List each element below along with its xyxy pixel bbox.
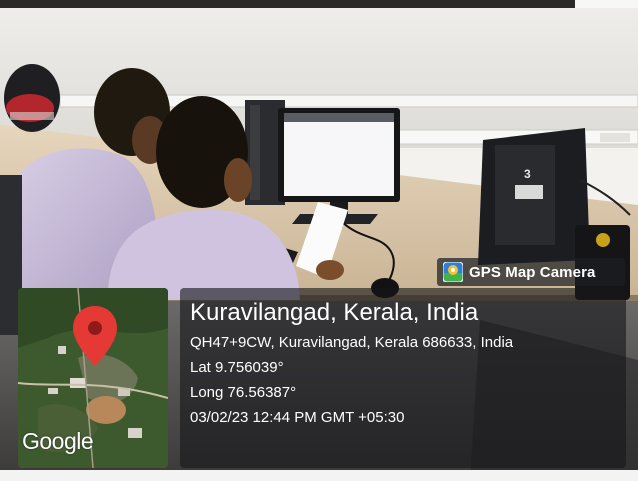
address-text: QH47+9CW, Kuravilangad, Kerala 686633, I… — [190, 334, 514, 351]
svg-text:3: 3 — [524, 167, 531, 181]
longitude-text: Long 76.56387° — [190, 384, 297, 401]
gps-map-camera-icon — [443, 262, 463, 282]
google-logo: Google — [22, 428, 94, 454]
map-thumbnail: Google — [18, 288, 168, 468]
location-info-panel: Kuravilangad, Kerala, India QH47+9CW, Ku… — [180, 288, 626, 468]
latitude-text: Lat 9.756039° — [190, 359, 284, 376]
datetime-text: 03/02/23 12:44 PM GMT +05:30 — [190, 409, 405, 426]
app-badge: GPS Map Camera — [437, 258, 625, 286]
place-title: Kuravilangad, Kerala, India — [190, 299, 479, 326]
app-name: GPS Map Camera — [469, 263, 596, 281]
top-strip — [0, 0, 638, 8]
